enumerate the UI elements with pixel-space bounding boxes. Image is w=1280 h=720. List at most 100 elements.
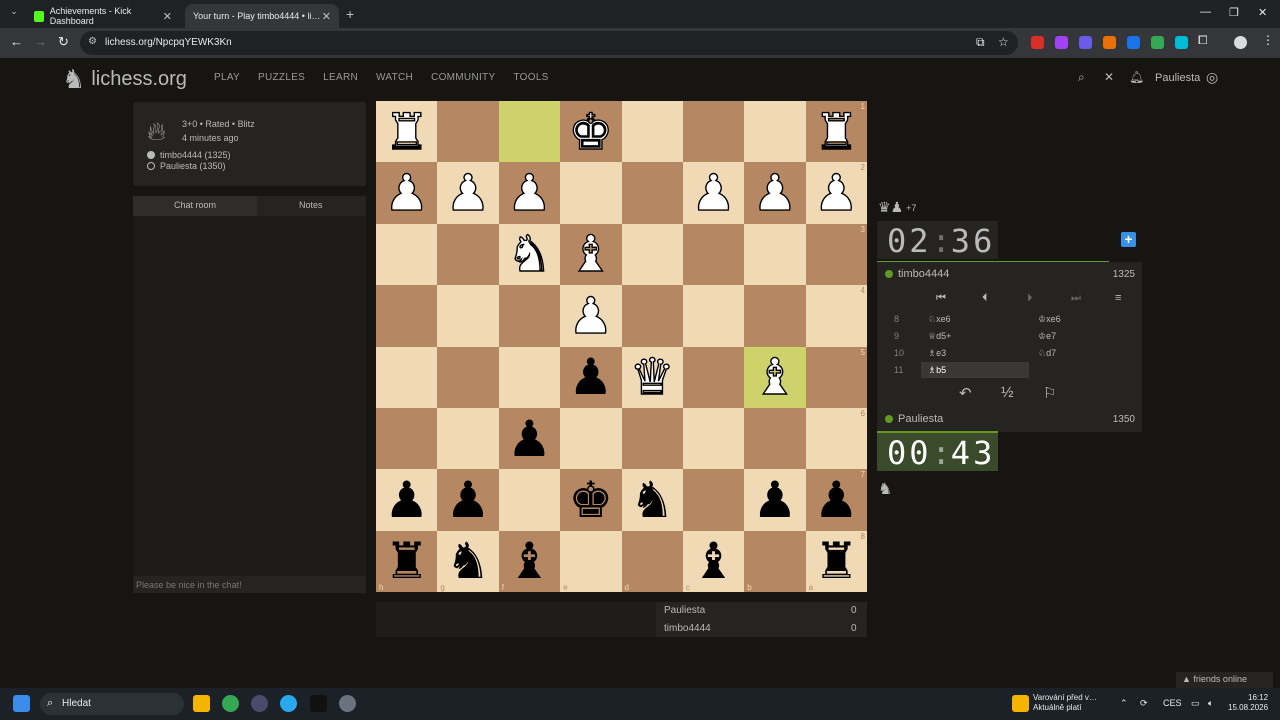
- tray-chevron-icon[interactable]: ⌃: [1120, 698, 1128, 709]
- move-white[interactable]: ♕d5+: [928, 331, 951, 342]
- tab-notes[interactable]: Notes: [299, 200, 323, 210]
- board-square[interactable]: 5: [805, 346, 867, 408]
- board-square[interactable]: [560, 162, 622, 224]
- board-square[interactable]: 3: [805, 223, 867, 286]
- friends-online-button[interactable]: ▲ friends online: [1176, 672, 1273, 688]
- takeback-icon[interactable]: ↶: [959, 384, 972, 402]
- obs-icon[interactable]: [251, 695, 268, 712]
- install-app-icon[interactable]: ⧉: [976, 35, 985, 50]
- reload-icon[interactable]: ↻: [58, 34, 69, 50]
- close-tab-icon[interactable]: ✕: [322, 10, 331, 23]
- white-pawn-piece[interactable]: ♟: [568, 290, 614, 341]
- close-tab-icon[interactable]: ✕: [163, 10, 172, 23]
- nav-community[interactable]: COMMUNITY: [431, 72, 495, 83]
- windows-start-icon[interactable]: [13, 695, 30, 712]
- board-square[interactable]: [621, 407, 683, 470]
- taskbar-search[interactable]: ⌕ Hledat: [40, 693, 184, 715]
- board-square[interactable]: [437, 223, 499, 286]
- board-square[interactable]: ♜ 8 a: [805, 530, 867, 592]
- board-square[interactable]: [744, 285, 806, 347]
- extension-icon[interactable]: [1055, 36, 1068, 49]
- board-square[interactable]: [682, 223, 745, 286]
- forward-icon[interactable]: →: [34, 34, 47, 49]
- language-indicator[interactable]: CES: [1163, 698, 1182, 708]
- board-square[interactable]: [376, 346, 438, 408]
- board-square[interactable]: 4: [805, 285, 867, 347]
- next-move-icon[interactable]: ⏵: [1027, 292, 1033, 305]
- black-pawn-piece[interactable]: ♟: [814, 475, 859, 525]
- black-king-piece[interactable]: ♚: [568, 475, 613, 525]
- new-tab-button[interactable]: +: [346, 6, 354, 22]
- white-pawn-piece[interactable]: ♟: [506, 167, 552, 218]
- notification-bell-icon[interactable]: 🔔︎: [1129, 70, 1144, 84]
- move-black[interactable]: ♘d7: [1038, 348, 1056, 359]
- display-icon[interactable]: ▭: [1191, 698, 1200, 709]
- board-square[interactable]: ♟: [560, 346, 622, 408]
- user-menu[interactable]: Pauliesta: [1155, 72, 1200, 84]
- tab-chat-room[interactable]: Chat room: [133, 196, 257, 216]
- omnibox[interactable]: ⚙ lichess.org/NpcpqYEWK3Kn ⧉ ☆: [80, 31, 1018, 55]
- board-square[interactable]: ♝: [560, 223, 622, 286]
- white-pawn-piece[interactable]: ♟: [690, 167, 736, 218]
- board-square[interactable]: ♜ 1: [805, 101, 867, 163]
- move-white[interactable]: ♘xe6: [928, 314, 951, 325]
- board-square[interactable]: ♝ c: [682, 530, 745, 592]
- close-window-button[interactable]: ✕: [1258, 6, 1267, 19]
- black-bishop-piece[interactable]: ♝: [691, 536, 736, 586]
- telegram-icon[interactable]: [280, 695, 297, 712]
- nav-puzzles[interactable]: PUZZLES: [258, 72, 305, 83]
- white-king-piece[interactable]: ♚: [568, 106, 614, 157]
- move-white[interactable]: ♗e3: [928, 348, 946, 359]
- board-square[interactable]: [621, 285, 683, 347]
- first-move-icon[interactable]: ⏮: [936, 292, 946, 305]
- extension-adblock-icon[interactable]: [1031, 36, 1044, 49]
- extension-icon[interactable]: [1151, 36, 1164, 49]
- board-square[interactable]: 6: [805, 407, 867, 470]
- chrome-icon[interactable]: [222, 695, 239, 712]
- board-square[interactable]: [560, 407, 622, 470]
- browser-tab-kick[interactable]: Achievements - Kick Dashboard ✕: [26, 4, 180, 28]
- move-white[interactable]: ♗b5: [928, 365, 946, 376]
- app-icon[interactable]: [339, 695, 356, 712]
- extension-icon[interactable]: [1175, 36, 1188, 49]
- move-black[interactable]: ♔xe6: [1038, 314, 1061, 325]
- system-clock[interactable]: 16:12 15.08.2026: [1228, 693, 1268, 713]
- hamburger-menu-icon[interactable]: ≡: [1115, 292, 1121, 304]
- board-square[interactable]: ♚: [560, 469, 622, 531]
- board-square[interactable]: [744, 407, 806, 470]
- last-move-icon[interactable]: ⏭: [1071, 292, 1081, 305]
- board-square[interactable]: ♟ 7: [805, 469, 867, 531]
- bookmark-star-icon[interactable]: ☆: [998, 35, 1009, 49]
- board-square[interactable]: [376, 407, 438, 470]
- nav-learn[interactable]: LEARN: [323, 72, 358, 83]
- board-square[interactable]: ♜ h: [376, 530, 438, 592]
- board-square[interactable]: [498, 101, 561, 163]
- menu-kebab-icon[interactable]: ⋮: [1262, 33, 1274, 47]
- board-square[interactable]: ♚: [560, 101, 622, 163]
- white-bishop-piece[interactable]: ♝: [752, 351, 798, 402]
- white-pawn-piece[interactable]: ♟: [384, 167, 430, 218]
- board-square[interactable]: ♝ f: [498, 530, 561, 592]
- extension-icon[interactable]: [1127, 36, 1140, 49]
- capcut-icon[interactable]: [310, 695, 327, 712]
- board-square[interactable]: [437, 346, 499, 408]
- extensions-puzzle-icon[interactable]: ⧠: [1198, 33, 1208, 48]
- board-square[interactable]: ♛: [621, 346, 683, 408]
- black-rook-piece[interactable]: ♜: [384, 536, 429, 586]
- prev-move-icon[interactable]: ⏴: [982, 292, 988, 305]
- board-square[interactable]: [744, 223, 806, 286]
- board-square[interactable]: ♟: [744, 162, 806, 224]
- opponent-player-row[interactable]: timbo4444 1325: [877, 263, 1142, 285]
- restore-button[interactable]: ❐: [1229, 6, 1239, 19]
- black-pawn-piece[interactable]: ♟: [568, 352, 613, 402]
- board-square[interactable]: ♟: [376, 469, 438, 531]
- board-square[interactable]: ♟: [560, 285, 622, 347]
- board-square[interactable]: [621, 101, 683, 163]
- black-pawn-piece[interactable]: ♟: [446, 475, 491, 525]
- nav-play[interactable]: PLAY: [214, 72, 240, 83]
- board-square[interactable]: [621, 223, 683, 286]
- black-knight-piece[interactable]: ♞: [446, 536, 491, 586]
- board-square[interactable]: ♞ g: [437, 530, 499, 592]
- search-icon[interactable]: ⌕: [1078, 70, 1085, 85]
- board-square[interactable]: [498, 346, 561, 408]
